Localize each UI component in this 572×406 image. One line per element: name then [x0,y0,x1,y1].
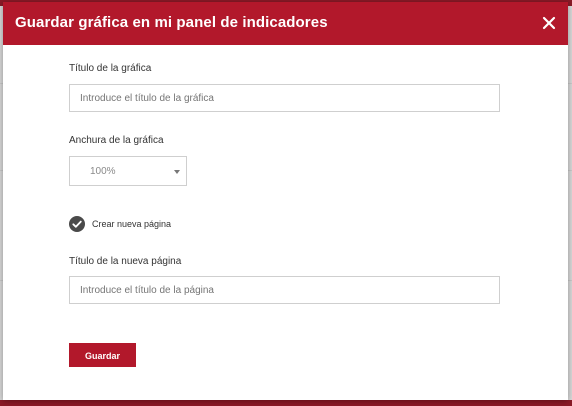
chart-width-selected-value: 100% [90,166,116,177]
create-new-page-label: Crear nueva página [92,219,172,229]
page-title-label: Título de la nueva página [69,256,182,267]
chart-title-label: Título de la gráfica [69,63,152,74]
dialog-header: Guardar gráfica en mi panel de indicador… [3,2,568,45]
save-button[interactable]: Guardar [69,343,136,367]
background-footer-strip [0,400,572,406]
page-title-input[interactable] [69,276,500,304]
chart-title-input[interactable] [69,84,500,112]
chart-width-label: Anchura de la gráfica [69,135,164,146]
chart-width-select[interactable]: 100% [69,156,187,186]
close-button[interactable] [539,13,559,33]
chevron-down-icon [174,170,180,174]
dialog-title: Guardar gráfica en mi panel de indicador… [15,14,328,31]
check-circle-icon [69,216,85,232]
save-chart-dialog: Guardar gráfica en mi panel de indicador… [3,2,568,400]
close-icon [542,16,556,30]
